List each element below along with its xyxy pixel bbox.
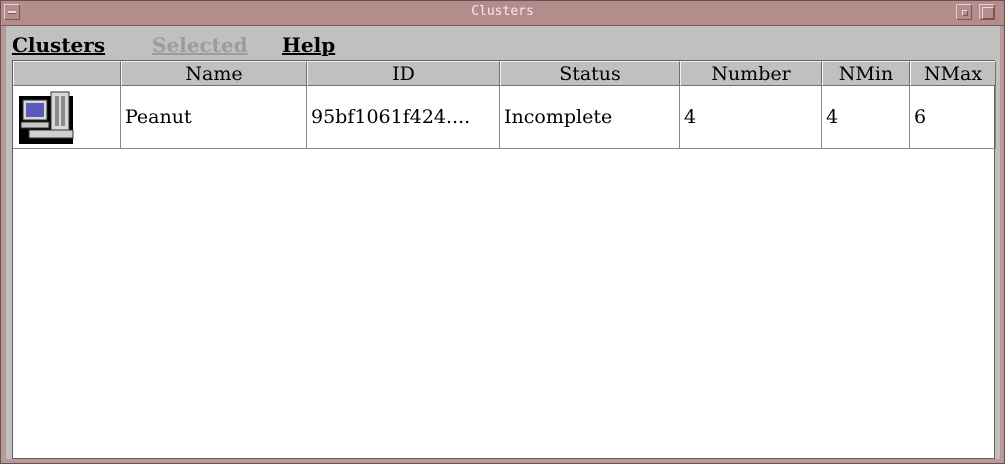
clusters-window: Clusters Clusters Selected Help Name ID … (0, 0, 1005, 464)
table-cell-status[interactable]: Incomplete (500, 86, 680, 149)
minimize-button[interactable] (956, 4, 972, 20)
column-header-status[interactable]: Status (500, 61, 680, 86)
column-header-name[interactable]: Name (121, 61, 307, 86)
column-header-nmax[interactable]: NMax (910, 61, 996, 86)
column-header-number[interactable]: Number (680, 61, 822, 86)
window-title: Clusters (471, 4, 534, 19)
clusters-table: Name ID Status Number NMin NMax Peanut 9… (12, 60, 996, 459)
column-header-nmin[interactable]: NMin (822, 61, 910, 86)
table-cell-name[interactable]: Peanut (121, 86, 307, 149)
table-empty-area[interactable] (13, 149, 994, 458)
table-row-icon-cell[interactable] (13, 86, 121, 149)
maximize-button[interactable] (979, 4, 995, 20)
menu-help-label: Help (282, 33, 336, 57)
column-header-icon[interactable] (13, 61, 121, 86)
menu-clusters[interactable]: Clusters (12, 33, 105, 57)
table-cell-nmin[interactable]: 4 (822, 86, 910, 149)
table-cell-number[interactable]: 4 (680, 86, 822, 149)
menu-selected[interactable]: Selected (152, 33, 248, 57)
column-header-id[interactable]: ID (307, 61, 500, 86)
menu-clusters-label: Clusters (12, 33, 106, 57)
cluster-computer-icon (19, 91, 74, 144)
maximize-icon (982, 7, 994, 19)
title-bar[interactable]: Clusters (1, 1, 1004, 26)
minimize-icon (962, 10, 968, 16)
table-cell-id[interactable]: 95bf1061f424.... (307, 86, 500, 149)
menu-bar: Clusters Selected Help (6, 26, 1000, 60)
menu-selected-label: Selected (152, 33, 248, 57)
table-cell-nmax[interactable]: 6 (910, 86, 996, 149)
menu-help[interactable]: Help (282, 33, 335, 57)
